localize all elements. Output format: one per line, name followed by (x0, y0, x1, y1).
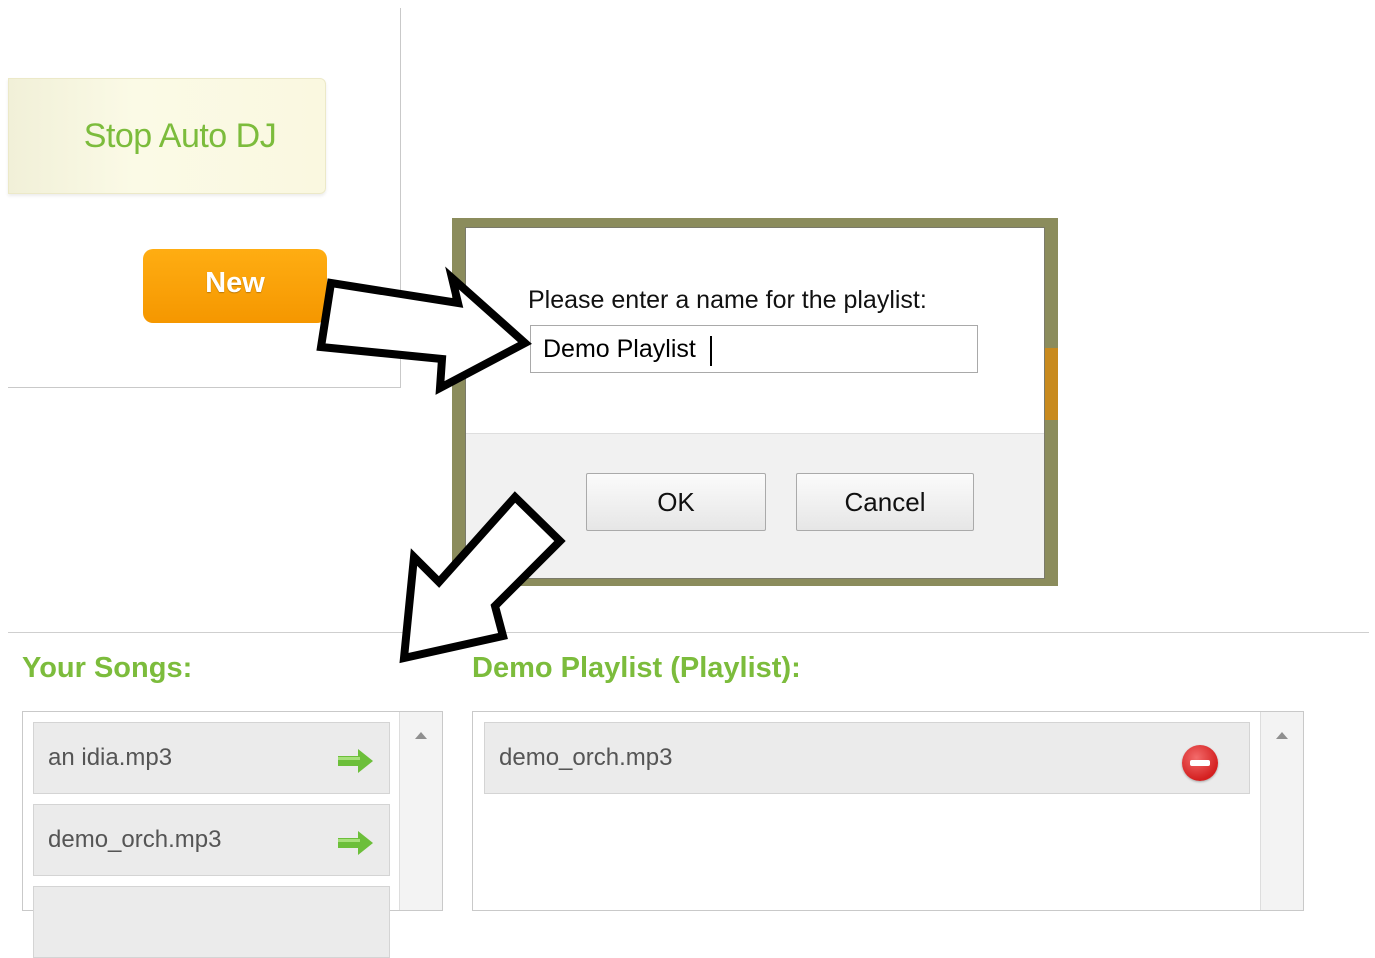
songs-scrollbar[interactable] (399, 712, 442, 910)
list-item[interactable]: demo_orch.mp3 (33, 804, 390, 876)
backdrop-button-edge (1044, 348, 1058, 420)
ok-button[interactable]: OK (586, 473, 766, 531)
stop-auto-dj-button[interactable]: Stop Auto DJ (8, 78, 326, 194)
your-songs-heading: Your Songs: (22, 652, 193, 684)
scroll-up-arrow-icon[interactable] (415, 732, 427, 739)
dialog-message: Please enter a name for the playlist: (528, 286, 927, 314)
remove-icon[interactable] (1182, 745, 1218, 781)
playlist-scrollbar[interactable] (1260, 712, 1303, 910)
song-name: demo_orch.mp3 (499, 744, 673, 771)
add-to-playlist-arrow-icon[interactable] (336, 830, 374, 856)
playlist-list: demo_orch.mp3 (472, 711, 1304, 911)
song-name: demo_orch.mp3 (48, 826, 222, 853)
playlist-name-input[interactable] (530, 325, 978, 373)
panel-divider-vertical (400, 8, 401, 388)
list-item[interactable] (33, 886, 390, 958)
playlist-heading: Demo Playlist (Playlist): (472, 652, 801, 684)
panel-divider-horizontal (8, 387, 401, 388)
list-item[interactable]: an idia.mp3 (33, 722, 390, 794)
text-cursor (710, 336, 712, 366)
songs-list: an idia.mp3 demo_orch.mp3 (22, 711, 443, 958)
dialog-body: Please enter a name for the playlist: (466, 228, 1044, 434)
section-divider (8, 632, 1369, 633)
scroll-up-arrow-icon[interactable] (1276, 732, 1288, 739)
add-to-playlist-arrow-icon[interactable] (336, 748, 374, 774)
new-playlist-button[interactable]: New (143, 249, 327, 323)
list-item[interactable]: demo_orch.mp3 (484, 722, 1250, 794)
playlist-name-dialog: Please enter a name for the playlist: OK… (466, 228, 1044, 578)
song-name: an idia.mp3 (48, 744, 173, 771)
cancel-button[interactable]: Cancel (796, 473, 974, 531)
